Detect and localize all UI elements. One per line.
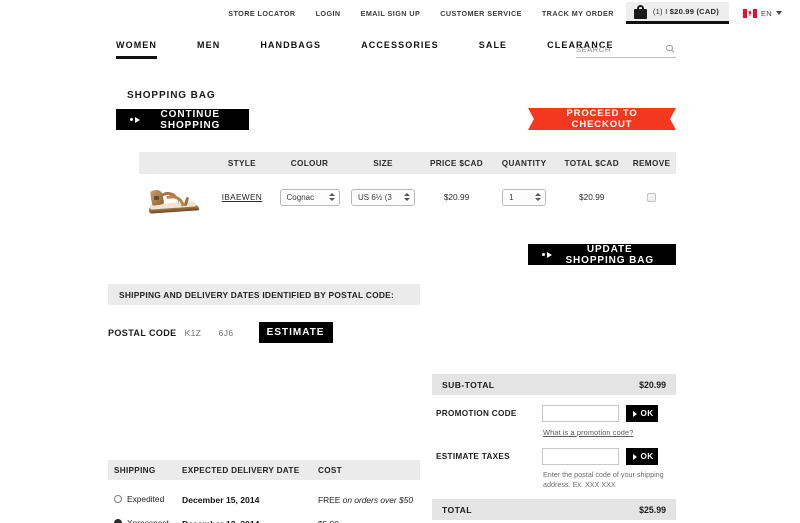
ok-label: OK [640,409,654,418]
shipping-radio-expedited[interactable] [114,495,122,503]
shipping-option-cost: FREE on orders over $50 [318,495,413,505]
postal-code-input-2[interactable] [218,327,245,338]
table-row: IBAEWEN Cognac US 6½ (3 $20.99 1 $20.99 [139,174,676,220]
header-total: TOTAL $CAD [564,158,619,168]
continue-shopping-button[interactable]: CONTINUE SHOPPING [116,108,249,131]
colour-select-wrapper: Cognac [279,188,340,206]
shipping-option-cost: $5.00 [318,519,339,523]
promotion-code-row: PROMOTION CODE OK [436,405,676,422]
update-shopping-bag-button[interactable]: UPDATE SHOPPING BAG [528,243,676,266]
main-navigation: WOMEN MEN HANDBAGS ACCESSORIES SALE CLEA… [116,40,676,70]
product-line-total: $20.99 [579,192,605,202]
promotion-code-input[interactable] [542,405,619,422]
total-row: TOTAL $25.99 [432,499,676,520]
proceed-to-checkout-button-top[interactable]: PROCEED TO CHECKOUT [528,108,676,130]
estimate-taxes-label: ESTIMATE TAXES [436,452,510,461]
search-icon[interactable] [666,44,675,54]
search-box[interactable] [576,41,676,58]
header-size: SIZE [373,158,393,168]
remove-checkbox[interactable] [647,192,657,202]
header-expected-delivery-date: EXPECTED DELIVERY DATE [182,465,300,475]
header-cost: COST [318,465,342,475]
size-select[interactable]: US 6½ (3 [351,188,416,206]
estimate-taxes-input[interactable] [542,448,619,465]
subtotal-value: $20.99 [639,379,666,390]
nav-item-handbags[interactable]: HANDBAGS [260,40,321,56]
chevron-down-icon [776,11,782,15]
language-label: EN [760,8,772,18]
quantity-select-wrapper: 1 [502,188,547,206]
mini-cart-count: (1) I [652,7,670,16]
header-colour: COLOUR [290,158,329,168]
header-shipping: SHIPPING [114,465,156,475]
nav-item-men[interactable]: MEN [197,40,220,56]
estimate-button[interactable]: ESTIMATE [258,322,333,343]
product-style-link[interactable]: IBAEWEN [222,192,262,202]
nav-item-women[interactable]: WOMEN [116,40,157,59]
estimate-taxes-ok-button[interactable]: OK [626,448,658,465]
language-selector[interactable]: EN [742,8,782,18]
update-shopping-bag-label: UPDATE SHOPPING BAG [565,243,655,266]
link-email-sign-up[interactable]: EMAIL SIGN UP [361,9,421,18]
utility-links: STORE LOCATOR LOGIN EMAIL SIGN UP CUSTOM… [228,9,614,18]
mini-cart-amount: $20.99 (CAD) [669,7,719,16]
promotion-code-ok-button[interactable]: OK [626,405,658,422]
shipping-option-row[interactable]: Xpresspost December 12, 2014 $5.00 [108,512,420,523]
estimate-taxes-hint: Enter the postal code of your shipping a… [543,470,664,490]
postal-code-row: POSTAL CODE ESTIMATE [108,322,333,343]
utility-bar: STORE LOCATOR LOGIN EMAIL SIGN UP CUSTOM… [0,0,800,26]
header-remove: REMOVE [632,158,671,168]
subtotal-label: SUB-TOTAL [442,379,495,390]
shipping-option-date: December 15, 2014 [182,495,260,505]
product-thumbnail[interactable] [139,180,210,214]
size-select-wrapper: US 6½ (3 [351,188,416,206]
subtotal-row: SUB-TOTAL $20.99 [432,374,676,395]
sandal-product-image [145,180,203,214]
promotion-code-label: PROMOTION CODE [436,409,517,418]
cart-table-header: STYLE COLOUR SIZE PRICE $CAD QUANTITY TO… [139,152,676,174]
product-price: $20.99 [443,192,470,202]
search-input[interactable] [576,44,656,54]
link-track-my-order[interactable]: TRACK MY ORDER [542,9,614,18]
shipping-table-header: SHIPPING EXPECTED DELIVERY DATE COST [108,460,420,480]
ok-label: OK [640,452,654,461]
estimate-taxes-row: ESTIMATE TAXES OK [436,448,676,465]
shopping-bag-page: STORE LOCATOR LOGIN EMAIL SIGN UP CUSTOM… [0,0,800,523]
mini-cart[interactable]: (1) I $20.99 (CAD) [625,2,729,24]
nav-item-accessories[interactable]: ACCESSORIES [361,40,439,56]
what-is-promotion-code-link[interactable]: What is a promotion code? [543,428,633,437]
shipping-option-row[interactable]: Expedited December 15, 2014 FREE on orde… [108,488,420,510]
total-label: TOTAL [442,504,472,515]
shipping-option-date: December 12, 2014 [182,519,259,523]
link-store-locator[interactable]: STORE LOCATOR [228,9,295,18]
canada-flag-icon [742,8,757,18]
shipping-option-name: Expedited [127,494,165,504]
postal-code-label: POSTAL CODE [108,327,177,338]
header-style: STYLE [227,158,256,168]
nav-item-sale[interactable]: SALE [479,40,507,56]
mini-cart-text: (1) I $20.99 (CAD) [653,7,719,16]
shopping-bag-icon [633,4,647,19]
continue-shopping-label: CONTINUE SHOPPING [160,108,221,131]
link-login[interactable]: LOGIN [316,9,341,18]
page-title: SHOPPING BAG [127,90,216,101]
colour-select[interactable]: Cognac [279,188,340,206]
shipping-radio-xpresspost[interactable] [114,519,122,523]
shipping-option-name: Xpresspost [127,518,169,523]
header-quantity: QUANTITY [501,158,547,168]
arrow-right-icon [130,116,140,123]
quantity-select[interactable]: 1 [502,188,547,206]
link-customer-service[interactable]: CUSTOMER SERVICE [440,9,522,18]
total-value: $25.99 [639,504,666,515]
postal-code-input-1[interactable] [184,327,211,338]
header-price: PRICE $CAD [429,158,484,168]
shipping-banner: SHIPPING AND DELIVERY DATES IDENTIFIED B… [108,284,420,305]
arrow-right-icon [542,251,552,258]
